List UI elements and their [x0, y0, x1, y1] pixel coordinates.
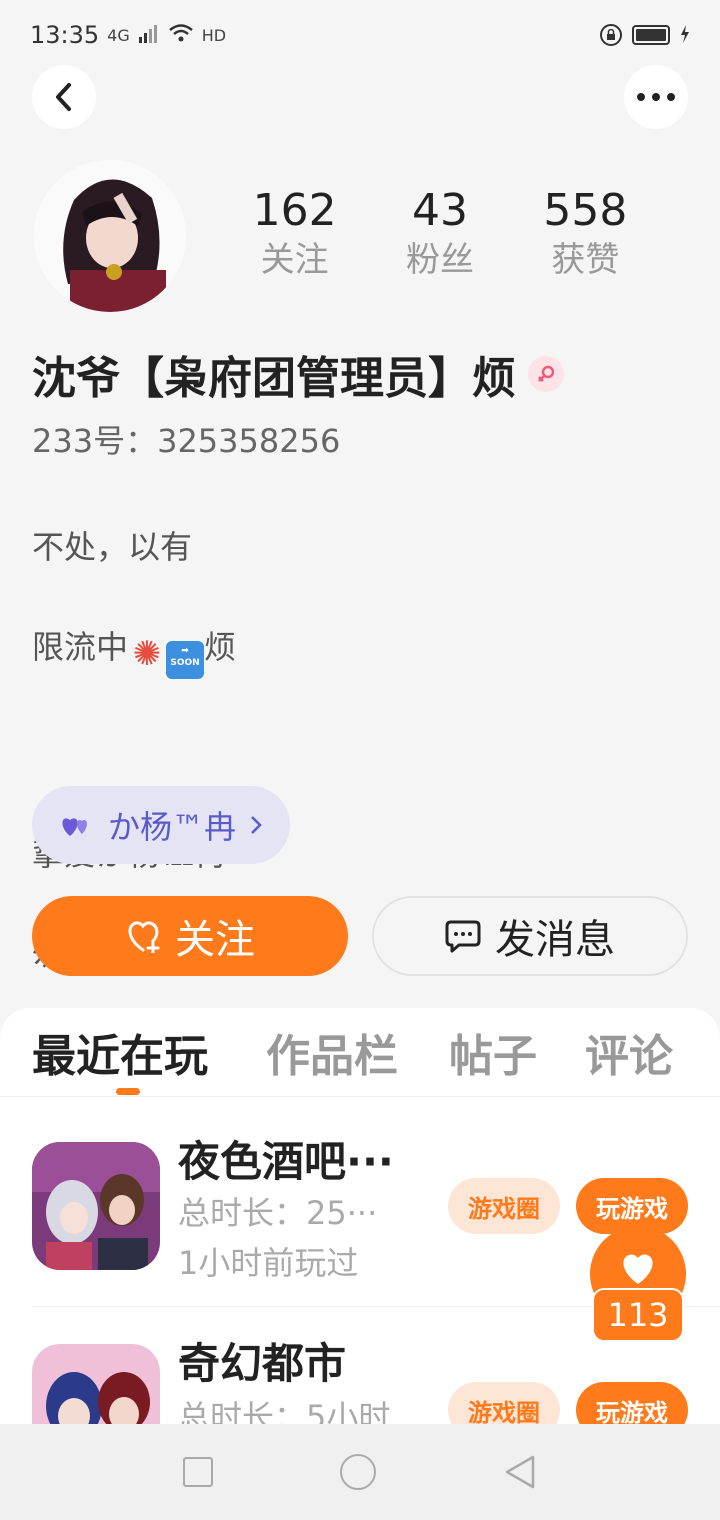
bio-line: 限流中 ✺ ➡ SOON 烦: [32, 622, 236, 679]
likes-stat[interactable]: 558 获赞: [543, 186, 627, 284]
follow-button-label: 关注: [175, 917, 255, 963]
like-count: 113: [592, 1288, 684, 1342]
message-button[interactable]: 发消息: [372, 896, 688, 976]
heart-plus-icon: [128, 921, 160, 953]
network-type: 4G: [107, 25, 130, 45]
game-title[interactable]: 夜色酒吧···: [178, 1128, 394, 1189]
tab-works[interactable]: 作品栏: [266, 1020, 398, 1084]
system-navigation-bar: [0, 1424, 720, 1520]
battery-icon: [632, 25, 670, 45]
following-count: 162: [252, 185, 337, 236]
game-title[interactable]: 奇幻都市: [178, 1330, 346, 1391]
soon-arrow-emoji-icon: ➡ SOON: [166, 641, 205, 679]
followers-stat[interactable]: 43 粉丝: [406, 186, 474, 284]
follow-button[interactable]: 关注: [32, 896, 348, 976]
signal-icon: [138, 21, 160, 49]
chat-bubble-icon: [445, 920, 481, 953]
charging-icon: [680, 21, 690, 49]
status-left: 13:35 4G HD: [30, 21, 226, 49]
status-right: [600, 21, 690, 49]
nickname-row: 沈爷【枭府团管理员】烦: [32, 342, 564, 406]
following-stat[interactable]: 162 关注: [253, 186, 337, 284]
game-playtime: 总时长：25···: [178, 1194, 378, 1232]
tab-comments[interactable]: 评论: [585, 1020, 673, 1084]
female-gender-icon: [528, 356, 564, 392]
more-horizontal-icon: [637, 93, 675, 101]
avatar-image: [34, 160, 186, 312]
status-bar: 13:35 4G HD: [0, 0, 720, 70]
game-circle-button[interactable]: 游戏圈: [448, 1178, 560, 1234]
profile-stats: 162 关注 43 粉丝 558 获赞: [218, 186, 662, 284]
chevron-right-icon: [251, 816, 262, 834]
user-id: 233号：325358256: [32, 422, 341, 460]
likes-label: 获赞: [551, 240, 620, 280]
bio-line: 不处，以有: [32, 528, 193, 566]
bio-text: 烦: [204, 628, 237, 666]
anger-emoji-icon: ✺: [132, 634, 162, 674]
tab-posts[interactable]: 帖子: [449, 1020, 537, 1084]
back-button[interactable]: [32, 65, 96, 129]
avatar[interactable]: [34, 160, 186, 312]
status-time: 13:35: [30, 21, 100, 49]
bio-text: 限流中: [32, 628, 129, 666]
chevron-left-icon: [56, 83, 71, 111]
game-icon[interactable]: [32, 1142, 160, 1270]
nickname: 沈爷【枭府团管理员】烦: [32, 353, 516, 404]
message-button-label: 发消息: [495, 917, 615, 963]
relation-tag-label: か杨™冉: [108, 808, 237, 846]
hd-badge: HD: [201, 25, 227, 45]
more-options-button[interactable]: [624, 65, 688, 129]
likes-count: 558: [543, 185, 628, 236]
hearts-icon: [62, 818, 87, 836]
rotation-lock-icon: [600, 24, 622, 46]
followers-label: 粉丝: [406, 240, 474, 280]
home-icon[interactable]: [339, 1454, 376, 1490]
bio-spacer: [32, 729, 236, 779]
wifi-icon: [168, 21, 194, 49]
tab-recently-played[interactable]: 最近在玩: [32, 1020, 208, 1084]
game-last-played: 1小时前玩过: [178, 1244, 359, 1282]
heart-icon: [623, 1254, 653, 1284]
tabs-divider: [0, 1096, 720, 1097]
system-back-icon[interactable]: [503, 1454, 537, 1490]
followers-count: 43: [412, 185, 468, 236]
active-tab-indicator: [116, 1088, 140, 1095]
following-label: 关注: [260, 240, 329, 280]
relation-tag[interactable]: か杨™冉: [32, 786, 290, 864]
recent-apps-icon[interactable]: [183, 1457, 214, 1487]
